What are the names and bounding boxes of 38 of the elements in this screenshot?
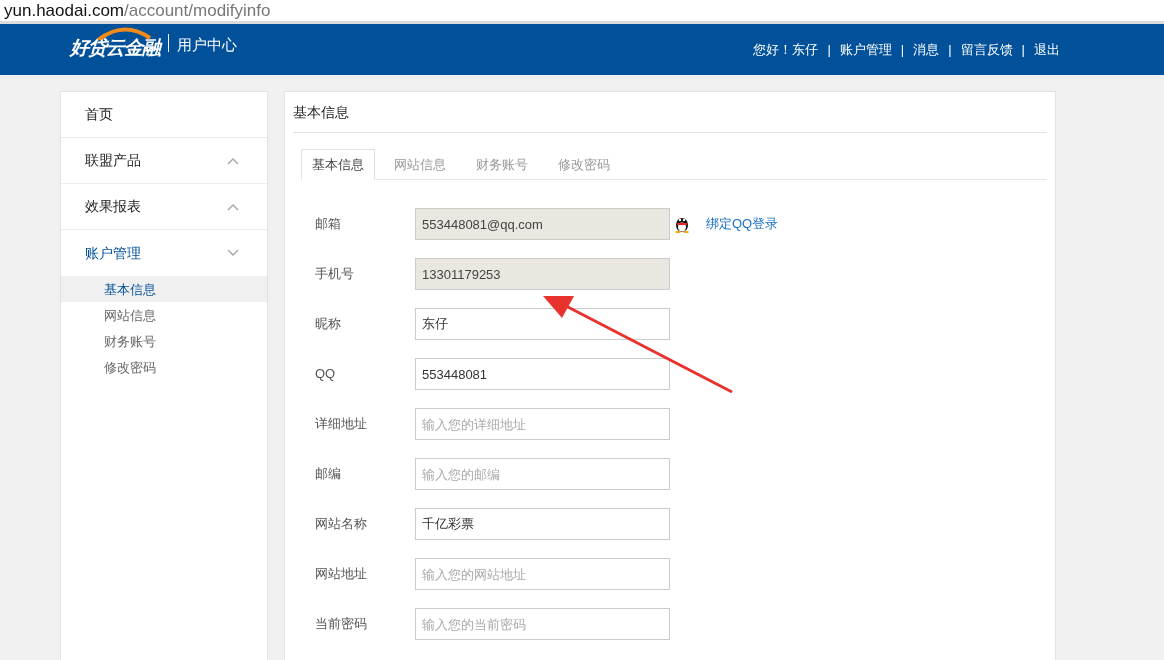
header-link[interactable]: 退出 [1034,40,1060,60]
field-label: 昵称 [315,315,342,334]
sidebar-item[interactable]: 联盟产品 [61,138,267,184]
input-field[interactable]: 输入您的网站地址 [415,558,670,590]
submenu-item[interactable]: 基本信息 [61,276,267,302]
input-field[interactable]: 输入您的邮编 [415,458,670,490]
submenu-item[interactable]: 财务账号 [61,328,267,354]
input-field[interactable]: 553448081 [415,358,670,390]
submenu-item[interactable]: 修改密码 [61,354,267,380]
separator-text: | [948,41,952,59]
header-link[interactable]: 您好！东仔 [753,40,819,60]
field-label: QQ [315,365,337,384]
field-label: 详细地址 [315,415,368,434]
field-label: 邮编 [315,465,342,484]
sidebar-item[interactable]: 账户管理 [61,230,267,276]
sidebar-item[interactable]: 首页 [61,92,267,138]
header-link[interactable]: 留言反馈 [960,40,1013,60]
penguin-icon [674,215,690,233]
field-label: 网站地址 [315,565,368,584]
address-url[interactable]: yun.haodai.com/account/modifyinfo [4,1,271,20]
tab[interactable]: 基本信息 [301,149,375,180]
input-field[interactable]: 输入您的当前密码 [415,608,670,640]
section-title: 用户中心 [177,35,237,55]
sidebar-item[interactable]: 效果报表 [61,184,267,230]
header-link[interactable]: 消息 [913,40,940,60]
input-field[interactable]: 东仔 [415,308,670,340]
field-label: 网站名称 [315,515,368,534]
submenu-item[interactable]: 网站信息 [61,302,267,328]
input-field[interactable]: 输入您的详细地址 [415,408,670,440]
header-link[interactable]: 账户管理 [839,40,892,60]
panel-title: 基本信息 [293,100,1047,133]
field-label: 邮箱 [315,215,342,234]
separator-text: | [900,41,905,59]
field-label: 手机号 [315,265,355,284]
input-field[interactable]: 千亿彩票 [415,508,670,540]
field-label: 当前密码 [315,615,368,634]
separator-text: | [827,41,831,59]
separator-text: | [1021,41,1025,59]
